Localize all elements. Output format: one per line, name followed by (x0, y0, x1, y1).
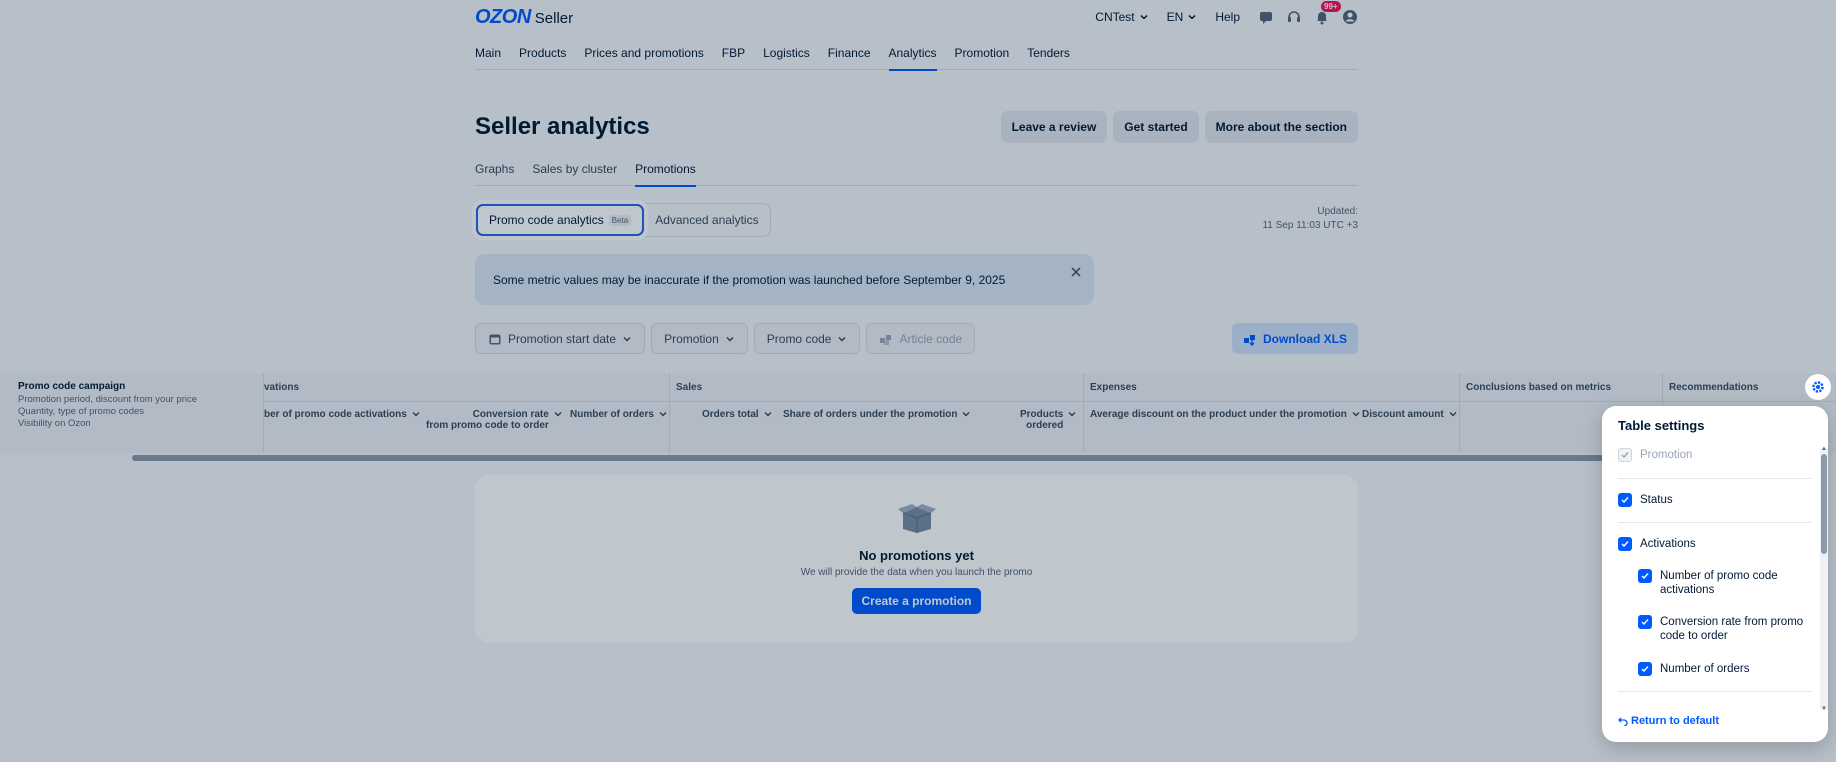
setting-status[interactable]: Status (1618, 493, 1673, 507)
scroll-up-icon[interactable]: ▲ (1820, 446, 1828, 452)
check-icon (1621, 497, 1629, 504)
table-settings-panel: Table settings Promotion Status Activati… (1602, 406, 1828, 742)
setting-conversion-rate[interactable]: Conversion rate from promo code to order (1638, 615, 1808, 643)
setting-num-orders[interactable]: Number of orders (1638, 662, 1749, 676)
undo-icon (1618, 717, 1628, 726)
check-icon (1621, 541, 1629, 548)
gear-icon (1812, 381, 1824, 393)
modal-overlay[interactable] (0, 0, 1836, 762)
setting-promotion: Promotion (1618, 448, 1692, 462)
setting-num-activations-label: Number of promo code activations (1660, 570, 1778, 596)
scroll-down-icon[interactable]: ▼ (1820, 706, 1828, 712)
table-settings-button[interactable] (1805, 374, 1831, 400)
settings-scrollbar[interactable]: ▲ ▼ (1820, 446, 1828, 712)
return-to-default-link[interactable]: Return to default (1618, 715, 1719, 727)
checkbox-checked[interactable] (1618, 537, 1632, 551)
setting-conversion-rate-label: Conversion rate from promo code to order (1660, 616, 1804, 642)
setting-activations[interactable]: Activations (1618, 537, 1696, 551)
setting-num-activations[interactable]: Number of promo code activations (1638, 569, 1808, 597)
check-icon (1641, 666, 1649, 673)
checkbox-checked[interactable] (1638, 569, 1652, 583)
settings-divider (1618, 478, 1812, 479)
check-icon (1621, 452, 1629, 459)
setting-num-orders-label: Number of orders (1660, 663, 1750, 675)
scrollbar-thumb[interactable] (1821, 454, 1827, 554)
check-icon (1641, 619, 1649, 626)
setting-promotion-label: Promotion (1640, 449, 1693, 461)
table-settings-title: Table settings (1618, 418, 1705, 433)
setting-status-label: Status (1640, 494, 1673, 506)
checkbox-disabled (1618, 448, 1632, 462)
return-to-default-label: Return to default (1631, 715, 1719, 727)
settings-divider (1618, 691, 1812, 692)
checkbox-checked[interactable] (1638, 615, 1652, 629)
check-icon (1641, 573, 1649, 580)
settings-divider (1618, 522, 1812, 523)
checkbox-checked[interactable] (1638, 662, 1652, 676)
checkbox-checked[interactable] (1618, 493, 1632, 507)
setting-activations-label: Activations (1640, 538, 1696, 550)
